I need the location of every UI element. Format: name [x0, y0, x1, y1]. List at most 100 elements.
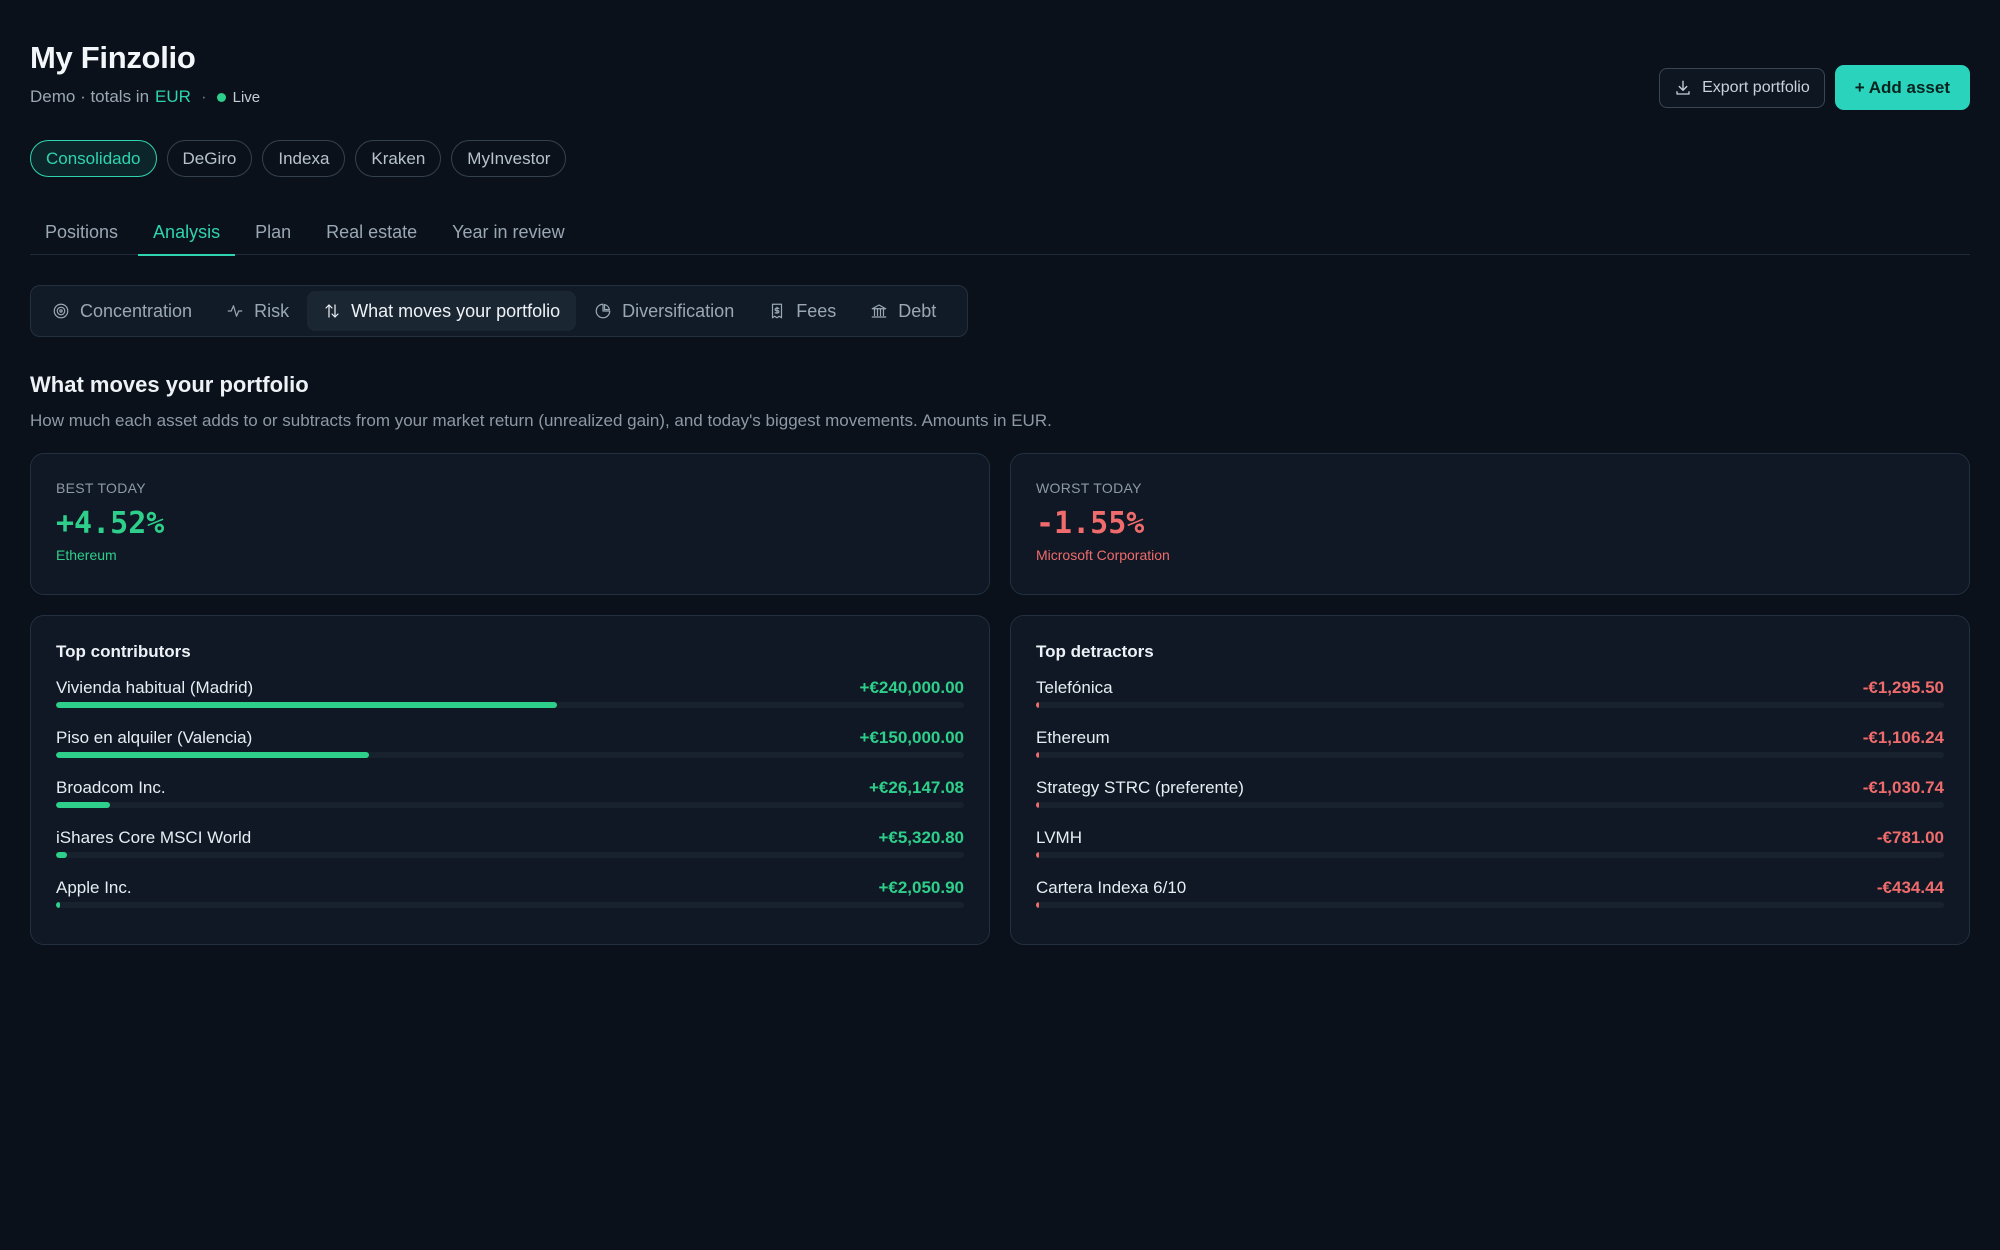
live-status-label: Live: [232, 88, 261, 106]
main-tabs: Positions Analysis Plan Real estate Year in …: [30, 210, 1970, 256]
asset-contribution-value: +€150,000.00: [859, 728, 964, 747]
tab-positions[interactable]: Positions: [30, 210, 133, 255]
account-chip-consolidado[interactable]: Consolidado: [30, 140, 157, 177]
best-today-value: +4.52%: [56, 506, 165, 541]
list-item[interactable]: Strategy STRC (preferente) -€1,030.74: [1036, 774, 1944, 824]
list-item[interactable]: Apple Inc. +€2,050.90: [56, 874, 964, 924]
contribution-bar-track: [56, 752, 964, 758]
contribution-bar-track: [56, 902, 964, 908]
bank-icon: [871, 304, 887, 318]
asset-contribution-value: -€781.00: [1876, 828, 1944, 847]
asset-name: Vivienda habitual (Madrid): [56, 678, 254, 697]
target-icon: [53, 303, 69, 319]
subtab-concentration[interactable]: Concentration: [36, 291, 208, 331]
asset-contribution-value: -€1,106.24: [1862, 728, 1944, 747]
section-description: How much each asset adds to or subtracts…: [30, 411, 1052, 430]
contribution-bar-track: [1036, 902, 1944, 908]
asset-name: Telefónica: [1036, 678, 1113, 697]
download-icon: [1676, 80, 1690, 95]
list-item[interactable]: Cartera Indexa 6/10 -€434.44: [1036, 874, 1944, 924]
asset-name: Cartera Indexa 6/10: [1036, 878, 1187, 897]
header: My Finzolio Demo · totals in EUR · Live …: [30, 0, 1970, 125]
asset-name: Strategy STRC (preferente): [1036, 778, 1244, 797]
account-chip-kraken[interactable]: Kraken: [355, 140, 442, 177]
account-filter-chips: Consolidado DeGiro Indexa Kraken MyInvestor: [30, 140, 567, 177]
contribution-bar-track: [1036, 702, 1944, 708]
contribution-bar-track: [56, 852, 964, 858]
add-asset-button[interactable]: + Add asset: [1834, 65, 1970, 110]
asset-contribution-value: +€26,147.08: [868, 778, 964, 797]
asset-contribution-value: -€1,295.50: [1862, 678, 1944, 697]
tab-real-estate[interactable]: Real estate: [311, 210, 432, 255]
contribution-bar-track: [1036, 852, 1944, 858]
tab-plan[interactable]: Plan: [240, 210, 306, 255]
arrows-up-down-icon: [325, 304, 339, 318]
section-title: What moves your portfolio: [30, 372, 309, 397]
list-item[interactable]: LVMH -€781.00: [1036, 824, 1944, 874]
tab-analysis[interactable]: Analysis: [138, 210, 236, 256]
list-item[interactable]: Broadcom Inc. +€26,147.08: [56, 774, 964, 824]
asset-contribution-value: +€2,050.90: [878, 878, 964, 897]
asset-name: Piso en alquiler (Valencia): [56, 728, 253, 747]
top-contributors-card: Top contributors Vivienda habitual (Madr…: [30, 615, 990, 945]
asset-name: Broadcom Inc.: [56, 778, 166, 797]
pie-chart-icon: [595, 303, 611, 319]
subtab-label: Debt: [898, 300, 937, 321]
asset-name: Apple Inc.: [56, 878, 132, 897]
contribution-bar: [1036, 852, 1039, 858]
subtab-diversification[interactable]: Diversification: [578, 291, 750, 331]
subtab-debt[interactable]: Debt: [854, 291, 952, 331]
analysis-subtabs: Concentration Risk What moves your portfol…: [30, 285, 968, 337]
subtitle-prefix: Demo · totals in: [30, 87, 150, 106]
subtab-fees[interactable]: Fees: [752, 291, 852, 331]
contribution-bar: [56, 752, 370, 758]
subtab-label: Fees: [796, 300, 837, 321]
activity-icon: [227, 305, 243, 317]
list-item[interactable]: Ethereum -€1,106.24: [1036, 724, 1944, 774]
contribution-bar-track: [56, 702, 964, 708]
asset-name: Ethereum: [1036, 728, 1110, 747]
asset-contribution-value: -€434.44: [1876, 878, 1944, 897]
subtab-label: Diversification: [622, 300, 735, 321]
top-detractors-card: Top detractors Telefónica -€1,295.50 Ether…: [1010, 615, 1970, 945]
receipt-icon: [772, 303, 783, 319]
export-portfolio-button[interactable]: Export portfolio: [1659, 67, 1825, 108]
asset-name: LVMH: [1036, 828, 1082, 847]
subtab-label: Risk: [254, 300, 290, 321]
contribution-bar: [56, 702, 558, 708]
account-chip-myinvestor[interactable]: MyInvestor: [451, 140, 567, 177]
list-item[interactable]: Piso en alquiler (Valencia) +€150,000.00: [56, 724, 964, 774]
contribution-bar: [56, 802, 111, 808]
asset-name: iShares Core MSCI World: [56, 828, 252, 847]
list-item[interactable]: Vivienda habitual (Madrid) +€240,000.00: [56, 674, 964, 724]
account-chip-indexa[interactable]: Indexa: [262, 140, 346, 177]
separator: ·: [200, 87, 207, 106]
top-detractors-title: Top detractors: [1036, 642, 1154, 661]
contribution-bar: [56, 852, 67, 858]
app-title: My Finzolio: [30, 40, 196, 75]
page: My Finzolio Demo · totals in EUR · Live …: [30, 0, 1970, 945]
currency-link[interactable]: EUR: [155, 87, 191, 107]
best-today-label: BEST TODAY: [56, 480, 146, 496]
contribution-bar-track: [1036, 752, 1944, 758]
export-portfolio-label: Export portfolio: [1702, 78, 1810, 96]
contribution-bar: [56, 902, 60, 908]
asset-contribution-value: +€5,320.80: [878, 828, 964, 847]
account-chip-degiro[interactable]: DeGiro: [166, 140, 253, 177]
subtitle: Demo · totals in EUR · Live: [30, 87, 260, 107]
contribution-bar-track: [56, 802, 964, 808]
subtab-what-moves-your-portfolio[interactable]: What moves your portfolio: [307, 291, 577, 331]
best-today-card: BEST TODAY +4.52% Ethereum: [30, 453, 990, 595]
list-item[interactable]: Telefónica -€1,295.50: [1036, 674, 1944, 724]
list-item[interactable]: iShares Core MSCI World +€5,320.80: [56, 824, 964, 874]
worst-today-label: WORST TODAY: [1036, 480, 1142, 496]
top-detractors-list: Telefónica -€1,295.50 Ethereum -€1,106.24 St…: [1036, 674, 1944, 924]
subtab-label: What moves your portfolio: [351, 300, 561, 321]
tab-year-in-review[interactable]: Year in review: [437, 210, 579, 255]
live-status-dot-icon: [216, 92, 226, 102]
header-actions: Export portfolio + Add asset: [1659, 65, 1970, 110]
top-contributors-list: Vivienda habitual (Madrid) +€240,000.00 Pi…: [56, 674, 964, 924]
subtab-risk[interactable]: Risk: [210, 291, 305, 331]
best-today-asset: Ethereum: [56, 547, 117, 563]
contribution-bar: [1036, 702, 1039, 708]
